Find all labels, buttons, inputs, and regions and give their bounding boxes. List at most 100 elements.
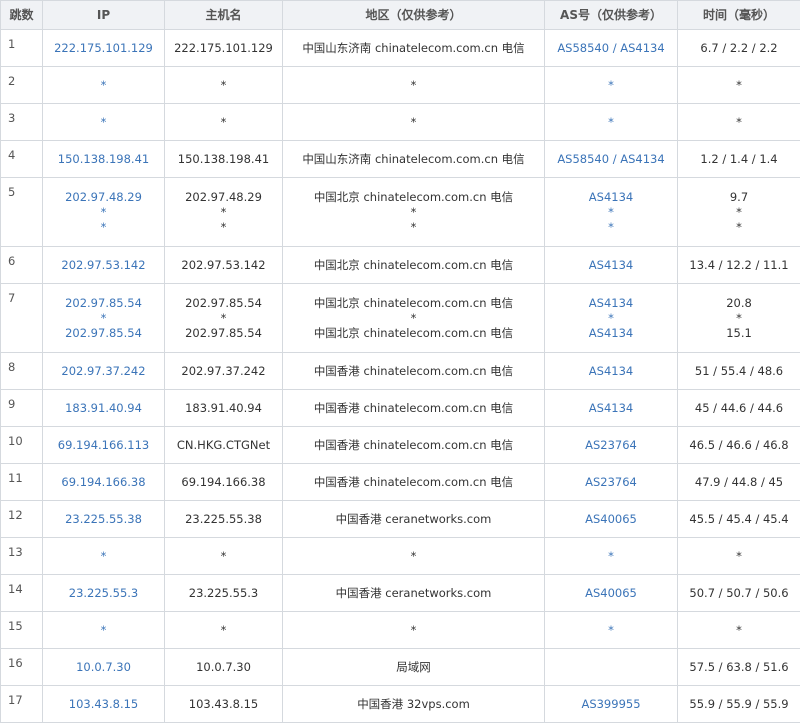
column-header-as: AS号（仅供参考） — [545, 1, 678, 30]
ip-address[interactable]: 202.97.37.242 — [43, 364, 164, 379]
ip-address[interactable]: 69.194.166.113 — [43, 438, 164, 453]
as-number-link[interactable]: AS40065 — [585, 512, 637, 526]
as-number-cell: AS4134 — [545, 353, 678, 390]
latency-cell: 9.7** — [678, 178, 800, 247]
ip-address[interactable]: 183.91.40.94 — [43, 401, 164, 416]
ip-address[interactable]: 202.97.85.54 — [43, 326, 164, 341]
as-number-link[interactable]: AS4134 — [589, 364, 633, 378]
as-number-cell: * — [545, 612, 678, 649]
latency-cell: 55.9 / 55.9 / 55.9 — [678, 686, 800, 723]
hop-number-cell: 7 — [1, 284, 43, 353]
as-number: * — [608, 115, 614, 129]
latency-cell: 57.5 / 63.8 / 51.6 — [678, 649, 800, 686]
table-row: 7202.97.85.54*202.97.85.54202.97.85.54*2… — [1, 284, 800, 353]
as-number-link[interactable]: AS58540 — [557, 152, 609, 166]
ip-address[interactable]: 202.97.85.54 — [43, 296, 164, 311]
hostname: 23.225.55.38 — [165, 512, 282, 527]
column-header-hop: 跳数 — [1, 1, 43, 30]
latency-value: 9.7 — [678, 190, 800, 205]
hostname-cell: CN.HKG.CTGNet — [165, 427, 283, 464]
as-number-link[interactable]: AS23764 — [585, 438, 637, 452]
as-line: AS40065 — [545, 512, 677, 527]
region-text: 中国香港 chinatelecom.com.cn 电信 — [283, 364, 544, 379]
table-row: 1423.225.55.323.225.55.3中国香港 ceranetwork… — [1, 575, 800, 612]
region-text: 中国香港 32vps.com — [283, 697, 544, 712]
table-row: 17103.43.8.15103.43.8.15中国香港 32vps.comAS… — [1, 686, 800, 723]
hostname: 183.91.40.94 — [165, 401, 282, 416]
hostname-cell: 103.43.8.15 — [165, 686, 283, 723]
as-number-cell: * — [545, 104, 678, 141]
as-number-link[interactable]: AS58540 — [557, 41, 609, 55]
as-number-link[interactable]: AS4134 — [589, 258, 633, 272]
ip-address[interactable]: 10.0.7.30 — [43, 660, 164, 675]
ip-address[interactable]: 150.138.198.41 — [43, 152, 164, 167]
as-number-cell: AS23764 — [545, 427, 678, 464]
region-text: * — [283, 549, 544, 564]
latency-value: 45.5 / 45.4 / 45.4 — [678, 512, 800, 527]
as-number-link[interactable]: AS4134 — [620, 41, 664, 55]
ip-address: * — [43, 623, 164, 638]
as-number-cell: AS40065 — [545, 501, 678, 538]
hostname: * — [165, 205, 282, 220]
as-line: AS4134 — [545, 326, 677, 341]
as-line: AS58540 / AS4134 — [545, 152, 677, 167]
ip-address: * — [43, 220, 164, 235]
as-number-link[interactable]: AS40065 — [585, 586, 637, 600]
table-row: 1222.175.101.129222.175.101.129中国山东济南 ch… — [1, 30, 800, 67]
latency-value: 13.4 / 12.2 / 11.1 — [678, 258, 800, 273]
ip-cell: 69.194.166.38 — [43, 464, 165, 501]
as-number-link[interactable]: AS23764 — [585, 475, 637, 489]
hostname-cell: 183.91.40.94 — [165, 390, 283, 427]
ip-address[interactable]: 103.43.8.15 — [43, 697, 164, 712]
as-number-link[interactable]: AS4134 — [589, 326, 633, 340]
as-number-link[interactable]: AS399955 — [581, 697, 640, 711]
latency-value: 45 / 44.6 / 44.6 — [678, 401, 800, 416]
as-line: AS23764 — [545, 475, 677, 490]
as-number-link[interactable]: AS4134 — [589, 296, 633, 310]
region-cell: 中国香港 chinatelecom.com.cn 电信 — [283, 464, 545, 501]
region-cell: * — [283, 538, 545, 575]
hostname: 202.97.53.142 — [165, 258, 282, 273]
table-row: 2***** — [1, 67, 800, 104]
latency-value: 1.2 / 1.4 / 1.4 — [678, 152, 800, 167]
latency-value: * — [678, 115, 800, 130]
ip-cell: 150.138.198.41 — [43, 141, 165, 178]
latency-cell: * — [678, 104, 800, 141]
hostname: * — [165, 220, 282, 235]
as-number-cell: AS4134** — [545, 178, 678, 247]
latency-value: * — [678, 205, 800, 220]
ip-address: * — [43, 205, 164, 220]
ip-cell: 69.194.166.113 — [43, 427, 165, 464]
region-text: 中国北京 chinatelecom.com.cn 电信 — [283, 296, 544, 311]
ip-cell: 202.97.37.242 — [43, 353, 165, 390]
ip-address[interactable]: 202.97.48.29 — [43, 190, 164, 205]
latency-value: * — [678, 311, 800, 326]
as-number-link[interactable]: AS4134 — [620, 152, 664, 166]
region-cell: 中国山东济南 chinatelecom.com.cn 电信 — [283, 141, 545, 178]
hop-number-cell: 14 — [1, 575, 43, 612]
latency-value: 20.8 — [678, 296, 800, 311]
region-text: 中国香港 chinatelecom.com.cn 电信 — [283, 401, 544, 416]
as-number: * — [608, 623, 614, 637]
hostname: 10.0.7.30 — [165, 660, 282, 675]
as-number: * — [608, 78, 614, 92]
ip-address[interactable]: 23.225.55.38 — [43, 512, 164, 527]
hostname: 222.175.101.129 — [165, 41, 282, 56]
region-text: 中国北京 chinatelecom.com.cn 电信 — [283, 258, 544, 273]
ip-address[interactable]: 23.225.55.3 — [43, 586, 164, 601]
latency-cell: 45 / 44.6 / 44.6 — [678, 390, 800, 427]
region-text: * — [283, 78, 544, 93]
as-line: * — [545, 78, 677, 93]
ip-cell: * — [43, 612, 165, 649]
latency-cell: * — [678, 538, 800, 575]
ip-cell: 23.225.55.3 — [43, 575, 165, 612]
table-row: 6202.97.53.142202.97.53.142中国北京 chinatel… — [1, 247, 800, 284]
region-text: 中国香港 ceranetworks.com — [283, 586, 544, 601]
hostname: 103.43.8.15 — [165, 697, 282, 712]
ip-address[interactable]: 69.194.166.38 — [43, 475, 164, 490]
as-line: AS4134 — [545, 258, 677, 273]
as-number-link[interactable]: AS4134 — [589, 190, 633, 204]
ip-address[interactable]: 222.175.101.129 — [43, 41, 164, 56]
as-number-link[interactable]: AS4134 — [589, 401, 633, 415]
ip-address[interactable]: 202.97.53.142 — [43, 258, 164, 273]
